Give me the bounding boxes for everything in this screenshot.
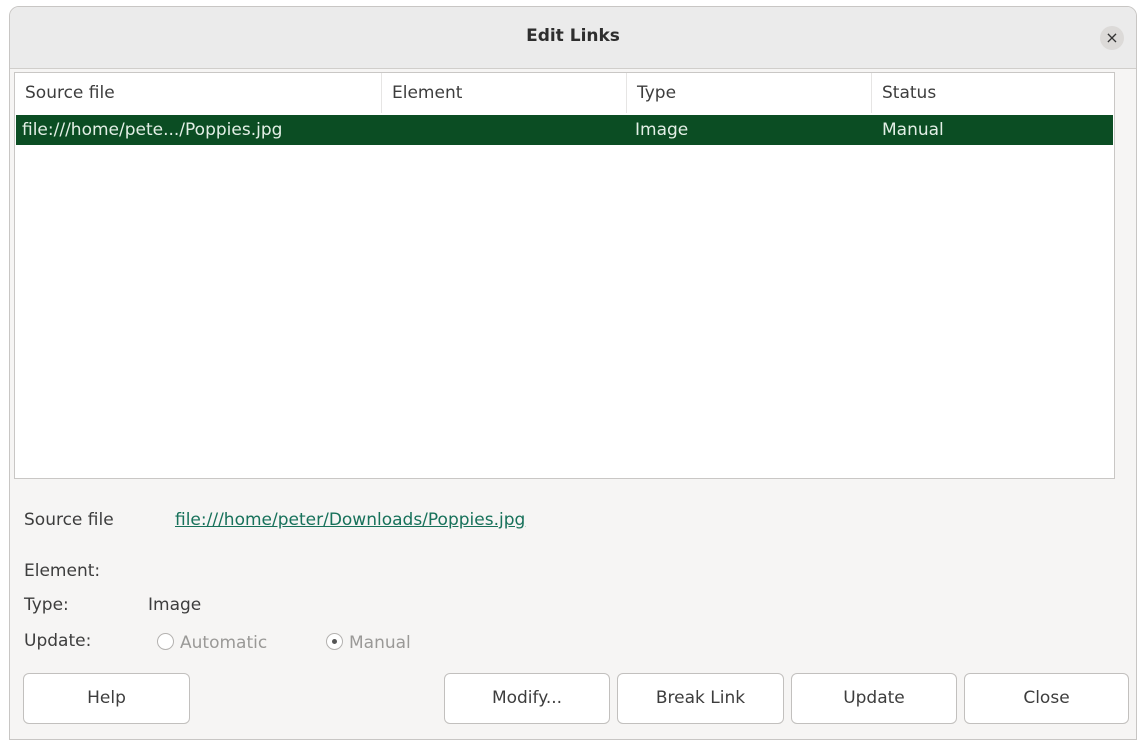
table-row[interactable]: file:///home/pete.../Poppies.jpg Image M… [16,115,1113,145]
modify-button[interactable]: Modify... [444,673,610,724]
help-button[interactable]: Help [23,673,190,724]
break-link-button[interactable]: Break Link [617,673,784,724]
dialog-title: Edit Links [526,26,620,46]
column-header-element[interactable]: Element [382,73,627,113]
column-header-source-file[interactable]: Source file [15,73,382,113]
element-label: Element: [24,561,101,581]
links-list[interactable]: Source file Element Type Status file:///… [14,72,1115,479]
row-source-cell: file:///home/pete.../Poppies.jpg [22,120,283,140]
row-status-cell: Manual [882,120,944,140]
column-header-type[interactable]: Type [627,73,872,113]
type-value: Image [148,595,202,615]
update-button[interactable]: Update [791,673,957,724]
automatic-radio-label: Automatic [180,633,268,653]
manual-radio[interactable]: Manual [326,632,411,654]
row-type-cell: Image [635,120,689,140]
close-button[interactable]: Close [964,673,1129,724]
column-header-status[interactable]: Status [872,73,1114,113]
source-file-label: Source file [24,510,114,530]
radio-unchecked-icon [157,632,174,650]
close-icon[interactable]: × [1100,26,1124,50]
source-file-link[interactable]: file:///home/peter/Downloads/Poppies.jpg [175,510,525,530]
manual-radio-label: Manual [349,633,411,653]
update-label: Update: [24,631,92,651]
automatic-radio[interactable]: Automatic [157,632,267,654]
radio-checked-icon [326,632,343,650]
type-label: Type: [24,595,69,615]
list-header: Source file Element Type Status [15,73,1114,113]
title-bar: Edit Links × [10,7,1136,69]
